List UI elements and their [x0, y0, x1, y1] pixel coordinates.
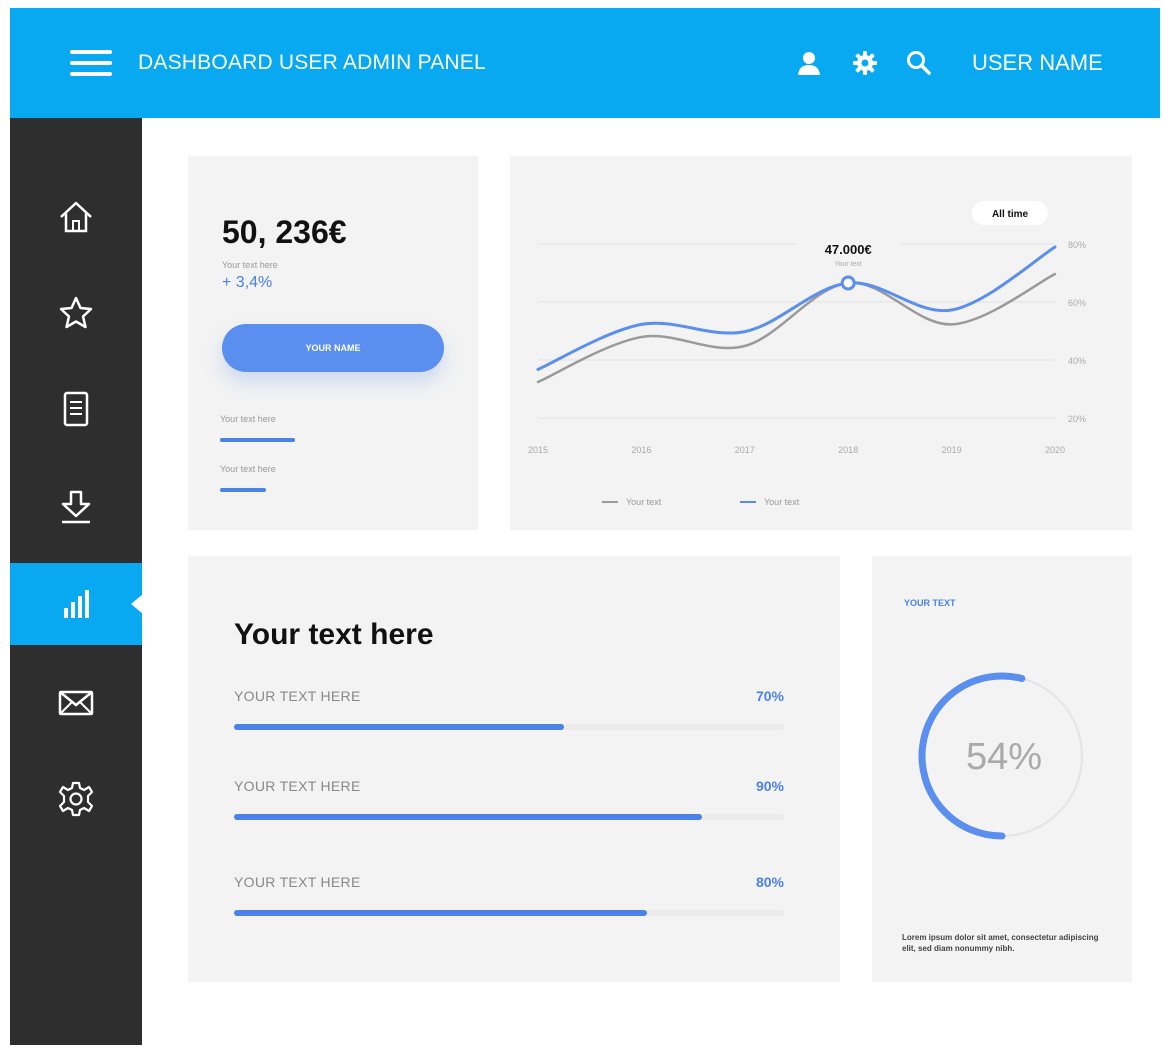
- sidebar-item-settings[interactable]: [10, 758, 142, 840]
- sidebar-item-downloads[interactable]: [10, 466, 142, 548]
- top-header: DASHBOARD USER ADMIN PANEL USER NAME: [10, 8, 1160, 118]
- x-tick-label: 2020: [1045, 445, 1065, 455]
- home-icon: [60, 201, 92, 233]
- metric-label: Your text here: [220, 464, 276, 474]
- bar-chart-icon: [64, 590, 89, 618]
- progress-fill: [234, 724, 564, 730]
- revenue-subtitle: Your text here: [222, 260, 278, 270]
- sidebar: [10, 118, 143, 1045]
- progress-title: Your text here: [234, 618, 434, 651]
- tooltip-value: 47.000€: [825, 242, 872, 257]
- progress-percent: 90%: [755, 778, 784, 794]
- progress-percent: 80%: [755, 874, 784, 890]
- sidebar-item-messages[interactable]: [10, 662, 142, 744]
- menu-icon[interactable]: [70, 50, 112, 76]
- user-icon[interactable]: [794, 48, 824, 78]
- mail-icon: [58, 690, 94, 716]
- x-tick-label: 2017: [735, 445, 755, 455]
- metric-bar: [220, 438, 295, 442]
- revenue-card: 50, 236€ Your text here + 3,4% YOUR NAME…: [188, 156, 478, 530]
- revenue-value: 50, 236€: [222, 214, 347, 250]
- series-line: [536, 272, 1057, 384]
- document-icon: [63, 391, 89, 427]
- progress-track: [234, 724, 784, 730]
- y-tick-label: 60%: [1068, 298, 1086, 308]
- progress-label: YOUR TEXT HERE: [234, 874, 361, 890]
- donut-percent: 54%: [966, 736, 1042, 778]
- legend-label: Your text: [626, 497, 662, 507]
- legend-label: Your text: [764, 497, 800, 507]
- gear-icon[interactable]: [850, 48, 880, 78]
- donut-card: YOUR TEXT 54% Lorem ipsum dolor sit amet…: [872, 556, 1132, 982]
- star-icon: [59, 296, 93, 329]
- y-tick-label: 80%: [1068, 240, 1086, 250]
- y-tick-label: 40%: [1068, 356, 1086, 366]
- y-tick-label: 20%: [1068, 414, 1086, 424]
- progress-row: YOUR TEXT HERE 80%: [234, 874, 784, 924]
- metric-label: Your text here: [220, 414, 276, 424]
- donut-chart: 54%: [918, 672, 1083, 840]
- progress-fill: [234, 910, 647, 916]
- sidebar-item-documents[interactable]: [10, 368, 142, 450]
- progress-label: YOUR TEXT HERE: [234, 778, 361, 794]
- tooltip-subtitle: Your text: [835, 261, 862, 268]
- app-title: DASHBOARD USER ADMIN PANEL: [138, 51, 486, 74]
- donut-heading: YOUR TEXT: [904, 598, 956, 608]
- revenue-change: + 3,4%: [222, 274, 273, 291]
- progress-track: [234, 910, 784, 916]
- progress-track: [234, 814, 784, 820]
- donut-caption: Lorem ipsum dolor sit amet, consectetur …: [902, 933, 1099, 953]
- metric-bar: [220, 488, 266, 492]
- progress-percent: 70%: [755, 688, 784, 704]
- progress-fill: [234, 814, 702, 820]
- sidebar-item-analytics[interactable]: [10, 563, 143, 645]
- progress-card: Your text here YOUR TEXT HERE 70% YOUR T…: [188, 556, 840, 982]
- sidebar-item-home[interactable]: [10, 176, 142, 258]
- progress-row: YOUR TEXT HERE 70%: [234, 688, 784, 738]
- x-tick-label: 2016: [631, 445, 651, 455]
- settings-icon: [58, 781, 94, 817]
- download-icon: [61, 490, 91, 524]
- progress-label: YOUR TEXT HERE: [234, 688, 361, 704]
- line-chart: 20% 40% 60% 80% 2015 2016 2017 2018 2019 2020 47.0…: [528, 201, 1086, 507]
- x-tick-label: 2018: [838, 445, 858, 455]
- x-tick-label: 2019: [942, 445, 962, 455]
- revenue-action-button[interactable]: YOUR NAME: [222, 324, 444, 372]
- filter-label: All time: [992, 209, 1029, 220]
- data-point-marker: [840, 275, 856, 291]
- search-icon[interactable]: [904, 48, 934, 78]
- dashboard-frame: DASHBOARD USER ADMIN PANEL USER NAME 50,…: [10, 8, 1160, 1045]
- progress-row: YOUR TEXT HERE 90%: [234, 778, 784, 828]
- x-tick-label: 2015: [528, 445, 548, 455]
- user-name[interactable]: USER NAME: [972, 49, 1103, 77]
- line-chart-card: 20% 40% 60% 80% 2015 2016 2017 2018 2019 2020 47.0…: [510, 156, 1132, 530]
- sidebar-item-favorites[interactable]: [10, 272, 142, 354]
